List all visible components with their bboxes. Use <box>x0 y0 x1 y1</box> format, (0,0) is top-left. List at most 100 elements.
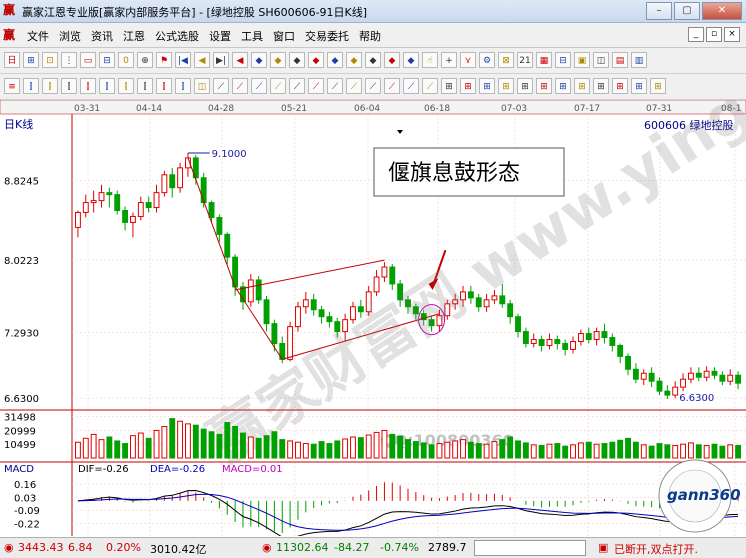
draw-tool-icon-6[interactable]: ⫿ <box>118 78 134 94</box>
menu-item-2[interactable]: 资讯 <box>86 28 118 44</box>
draw-tool-icon-19[interactable]: ⟋ <box>365 78 381 94</box>
menu-item-4[interactable]: 公式选股 <box>150 28 204 44</box>
draw-tool-icon-17[interactable]: ⟋ <box>327 78 343 94</box>
draw-tool-icon-11[interactable]: ⟋ <box>213 78 229 94</box>
draw-tool-icon-25[interactable]: ⊞ <box>479 78 495 94</box>
draw-tool-icon-21[interactable]: ⟋ <box>403 78 419 94</box>
menu-item-1[interactable]: 浏览 <box>54 28 86 44</box>
main-tool-icon-1[interactable]: ⊞ <box>23 52 39 68</box>
main-tool-icon-26[interactable]: ⊠ <box>498 52 514 68</box>
kline-chart[interactable]: 03-31 04-14 04-28 05-21 06-04 06-18 07-03 07-17… <box>0 0 746 539</box>
candle-body <box>648 372 655 382</box>
volume-bar <box>177 420 184 459</box>
main-tool-icon-33[interactable]: ▥ <box>631 52 647 68</box>
draw-tool-icon-23[interactable]: ⊞ <box>441 78 457 94</box>
draw-tool-icon-18[interactable]: ⟋ <box>346 78 362 94</box>
close-button[interactable]: ✕ <box>702 2 742 20</box>
draw-tool-icon-2[interactable]: ⫿ <box>42 78 58 94</box>
draw-tool-icon-20[interactable]: ⟋ <box>384 78 400 94</box>
main-tool-icon-15[interactable]: ◆ <box>289 52 305 68</box>
main-tool-icon-30[interactable]: ▣ <box>574 52 590 68</box>
main-tool-icon-24[interactable]: ⋎ <box>460 52 476 68</box>
menu-item-9[interactable]: 帮助 <box>354 28 386 44</box>
draw-tool-icon-14[interactable]: ⟋ <box>270 78 286 94</box>
draw-tool-icon-30[interactable]: ⊞ <box>574 78 590 94</box>
main-tool-icon-7[interactable]: ⊕ <box>137 52 153 68</box>
connection-status[interactable]: 已断开,双点打开. <box>614 541 698 557</box>
draw-tool-icon-9[interactable]: ⫿ <box>175 78 191 94</box>
main-tool-icon-10[interactable]: ◀ <box>194 52 210 68</box>
draw-tool-icon-28[interactable]: ⊞ <box>536 78 552 94</box>
main-tool-icon-8[interactable]: ⚑ <box>156 52 172 68</box>
mdi-restore-button[interactable]: ▫ <box>706 27 722 42</box>
title-bar: 赢 赢家江恩专业版[赢家内部服务平台] - [绿地控股 SH600606-91日… <box>0 0 746 23</box>
draw-tool-icon-13[interactable]: ⟋ <box>251 78 267 94</box>
draw-tool-icon-29[interactable]: ⊞ <box>555 78 571 94</box>
menu-item-7[interactable]: 窗口 <box>268 28 300 44</box>
maximize-button[interactable]: ▢ <box>674 2 700 20</box>
main-tool-icon-2[interactable]: ⊡ <box>42 52 58 68</box>
menu-item-5[interactable]: 设置 <box>204 28 236 44</box>
candle-body <box>271 323 278 344</box>
draw-tool-icon-27[interactable]: ⊞ <box>517 78 533 94</box>
draw-tool-icon-26[interactable]: ⊞ <box>498 78 514 94</box>
scroll-box[interactable] <box>474 540 586 556</box>
mdi-close-button[interactable]: × <box>724 27 740 42</box>
main-tool-icon-22[interactable]: ☝ <box>422 52 438 68</box>
main-tool-icon-4[interactable]: ▭ <box>80 52 96 68</box>
macd-tick: -0.22 <box>14 520 40 531</box>
chart-area[interactable]: 03-31 04-14 04-28 05-21 06-04 06-18 07-03 07-17… <box>0 0 746 539</box>
main-tool-icon-6[interactable]: 0 <box>118 52 134 68</box>
main-tool-icon-23[interactable]: + <box>441 52 457 68</box>
main-tool-icon-27[interactable]: 21 <box>517 52 533 68</box>
draw-tool-icon-22[interactable]: ⟋ <box>422 78 438 94</box>
main-tool-icon-3[interactable]: ⋮ <box>61 52 77 68</box>
main-tool-icon-25[interactable]: ⚙ <box>479 52 495 68</box>
main-tool-icon-12[interactable]: ◀ <box>232 52 248 68</box>
draw-tool-icon-24[interactable]: ⊞ <box>460 78 476 94</box>
toolbar-main: 日 ⊞ ⊡ ⋮ ▭ ⊟ 0 ⊕ ⚑ |◀ ◀ ▶| ◀ ◆ ◆ ◆ ◆ ◆ ◆ ◆ ◆ ◆ ☝ + ⋎ ⚙ ⊠ 21 ▦ ⊟ ▣ ◫ ▤ ▥ <box>0 48 746 74</box>
main-tool-icon-14[interactable]: ◆ <box>270 52 286 68</box>
volume-bar <box>617 439 624 459</box>
main-tool-icon-18[interactable]: ◆ <box>346 52 362 68</box>
menu-item-3[interactable]: 江恩 <box>118 28 150 44</box>
candle-body <box>74 212 81 228</box>
main-tool-icon-29[interactable]: ⊟ <box>555 52 571 68</box>
mdi-minimize-button[interactable]: _ <box>688 27 704 42</box>
main-tool-icon-0[interactable]: 日 <box>4 52 20 68</box>
main-tool-icon-11[interactable]: ▶| <box>213 52 229 68</box>
minimize-button[interactable]: – <box>646 2 672 20</box>
menu-item-6[interactable]: 工具 <box>236 28 268 44</box>
main-tool-icon-5[interactable]: ⊟ <box>99 52 115 68</box>
draw-tool-icon-0[interactable]: ≡ <box>4 78 20 94</box>
main-tool-icon-31[interactable]: ◫ <box>593 52 609 68</box>
draw-tool-icon-15[interactable]: ⟋ <box>289 78 305 94</box>
main-tool-icon-17[interactable]: ◆ <box>327 52 343 68</box>
menu-item-8[interactable]: 交易委托 <box>300 28 354 44</box>
draw-tool-icon-10[interactable]: ◫ <box>194 78 210 94</box>
menu-item-0[interactable]: 文件 <box>22 28 54 44</box>
draw-tool-icon-31[interactable]: ⊞ <box>593 78 609 94</box>
draw-tool-icon-16[interactable]: ⟋ <box>308 78 324 94</box>
main-tool-icon-21[interactable]: ◆ <box>403 52 419 68</box>
draw-tool-icon-12[interactable]: ⟋ <box>232 78 248 94</box>
draw-tool-icon-4[interactable]: ⫿ <box>80 78 96 94</box>
main-tool-icon-13[interactable]: ◆ <box>251 52 267 68</box>
draw-tool-icon-8[interactable]: ⫿ <box>156 78 172 94</box>
draw-tool-icon-34[interactable]: ⊞ <box>650 78 666 94</box>
main-tool-icon-16[interactable]: ◆ <box>308 52 324 68</box>
main-tool-icon-28[interactable]: ▦ <box>536 52 552 68</box>
draw-tool-icon-33[interactable]: ⊞ <box>631 78 647 94</box>
main-tool-icon-19[interactable]: ◆ <box>365 52 381 68</box>
draw-tool-icon-1[interactable]: ⫿ <box>23 78 39 94</box>
draw-tool-icon-3[interactable]: ⫿ <box>61 78 77 94</box>
main-tool-icon-32[interactable]: ▤ <box>612 52 628 68</box>
draw-tool-icon-5[interactable]: ⫿ <box>99 78 115 94</box>
macd-tick: -0.09 <box>14 506 40 517</box>
candle-body <box>153 192 160 209</box>
volume-bar <box>703 445 710 459</box>
main-tool-icon-20[interactable]: ◆ <box>384 52 400 68</box>
main-tool-icon-9[interactable]: |◀ <box>175 52 191 68</box>
draw-tool-icon-32[interactable]: ⊞ <box>612 78 628 94</box>
draw-tool-icon-7[interactable]: ⫿ <box>137 78 153 94</box>
